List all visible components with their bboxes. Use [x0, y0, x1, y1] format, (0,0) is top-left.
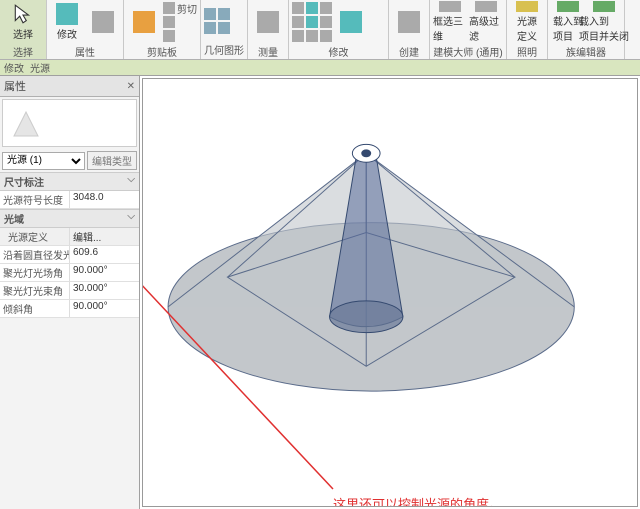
properties-panel: 属性 ✕ 光源 (1) 编辑类型 尺寸标注⌵ 光源符号长度3048.0 光域⌵ …: [0, 76, 140, 509]
mod-5[interactable]: [306, 16, 318, 29]
geom-btn-3[interactable]: [218, 8, 230, 21]
tab-light[interactable]: 光源: [30, 60, 50, 75]
copy-button[interactable]: [163, 16, 197, 29]
ribbon-group-select: 选择 选择: [0, 0, 47, 59]
ribbon-group-geometry: 几何图形: [201, 0, 248, 59]
box3d-button[interactable]: 框选三维: [433, 1, 467, 43]
advfilter-button[interactable]: 高级过滤: [469, 1, 503, 43]
ribbon-group-lighting: 光源 定义 照明: [507, 0, 548, 59]
ribbon-group-clipboard: 剪切 剪贴板: [124, 0, 201, 59]
close-icon[interactable]: ✕: [127, 81, 135, 92]
ribbon-group-create: 创建: [389, 0, 430, 59]
ribbon-group-familyeditor: 载入到 项目 载入到 项目并关闭 族编辑器: [548, 0, 625, 59]
paste-button[interactable]: [127, 1, 161, 43]
section-dimensions[interactable]: 尺寸标注⌵: [0, 172, 139, 191]
select-button[interactable]: 选择: [3, 1, 43, 43]
panel-title-bar: 属性 ✕: [0, 76, 139, 97]
geom-btn-1[interactable]: [204, 8, 216, 21]
match-button[interactable]: [163, 30, 197, 43]
tab-modify[interactable]: 修改: [4, 60, 24, 75]
section-light[interactable]: 光域⌵: [0, 209, 139, 228]
prop-symbol-length[interactable]: 光源符号长度3048.0: [0, 191, 139, 209]
mod-3[interactable]: [292, 30, 304, 43]
mod-9[interactable]: [320, 30, 332, 43]
ribbon-group-modify: 修改: [289, 0, 389, 59]
annotation-text: 这里还可以控制光源的角度。: [333, 494, 502, 507]
lightdef-button[interactable]: 光源 定义: [510, 1, 544, 43]
measure-button[interactable]: [251, 1, 285, 43]
prop-tilt-angle[interactable]: 倾斜角90.000°: [0, 300, 139, 318]
mod-main[interactable]: [334, 1, 368, 43]
prop-field-angle[interactable]: 聚光灯光场角90.000°: [0, 264, 139, 282]
mod-2[interactable]: [292, 16, 304, 29]
geom-btn-2[interactable]: [204, 22, 216, 35]
modify-button[interactable]: 修改: [50, 1, 84, 43]
mod-7[interactable]: [320, 2, 332, 15]
ribbon-group-properties: 修改 属性: [47, 0, 124, 59]
mod-4[interactable]: [306, 2, 318, 15]
create-button[interactable]: [392, 1, 426, 43]
ribbon-group-measure: 测量: [248, 0, 289, 59]
cut-button[interactable]: 剪切: [163, 2, 197, 15]
type-thumbnail: [2, 99, 137, 147]
mod-6[interactable]: [306, 30, 318, 43]
prop-light-def[interactable]: 光源定义编辑...: [0, 228, 139, 246]
ribbon-toolbar: 选择 选择 修改 属性 剪切 剪贴板: [0, 0, 640, 60]
type-selector[interactable]: 光源 (1): [2, 152, 85, 170]
select-label: 选择: [13, 26, 33, 41]
prop-emit-diameter[interactable]: 沿着圆直径发光609.6: [0, 246, 139, 264]
viewport-3d[interactable]: 这里还可以控制光源的角度。: [142, 78, 638, 507]
mod-1[interactable]: [292, 2, 304, 15]
geom-btn-4[interactable]: [218, 22, 230, 35]
context-tabbar: 修改 光源: [0, 60, 640, 76]
light-cone-geometry: [143, 79, 637, 506]
mod-8[interactable]: [320, 16, 332, 29]
prop-beam-angle[interactable]: 聚光灯光束角30.000°: [0, 282, 139, 300]
ribbon-group-modelmaster: 框选三维 高级过滤 建模大师 (通用): [430, 0, 507, 59]
panel-title-text: 属性: [4, 78, 26, 94]
edit-type-button[interactable]: 编辑类型: [87, 151, 137, 170]
properties-button[interactable]: [86, 1, 120, 43]
loadclose-button[interactable]: 载入到 项目并关闭: [587, 1, 621, 43]
